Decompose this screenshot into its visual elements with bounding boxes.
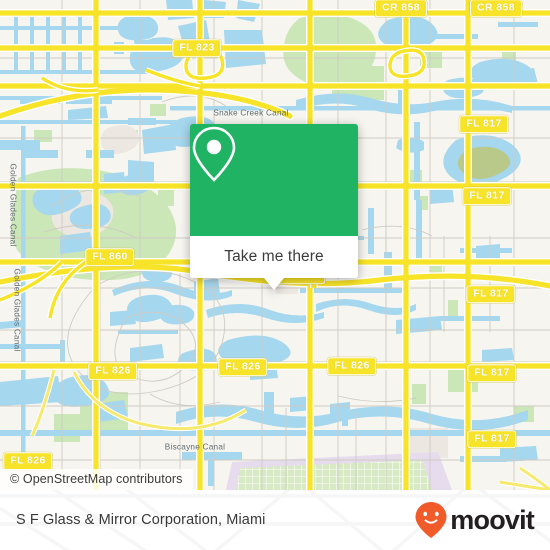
popup-pointer-tail <box>264 278 284 290</box>
map-screenshot: CR 858 CR 858 FL 823 FL 817 FL 817 FL 860 FL 8… <box>0 0 550 550</box>
road-shield: FL 817 <box>462 187 512 205</box>
popup-header <box>190 124 358 236</box>
road-shield: FL 817 <box>467 364 517 382</box>
road-shield: CR 858 <box>374 0 428 17</box>
moovit-wordmark: moovit <box>450 504 535 535</box>
road-shield: FL 817 <box>459 115 509 133</box>
road-shield: CR 858 <box>469 0 523 17</box>
moovit-pin-smiley-icon <box>415 502 447 538</box>
moovit-brand[interactable]: moovit <box>414 501 535 539</box>
road-shield: FL 826 <box>218 358 268 376</box>
road-shield: FL 817 <box>466 285 516 303</box>
road-shield: FL 826 <box>88 362 138 380</box>
map-attribution[interactable]: © OpenStreetMap contributors <box>0 469 193 490</box>
take-me-there-button[interactable]: Take me there <box>190 236 358 278</box>
map-pin-icon <box>192 126 236 182</box>
road-shield: FL 826 <box>327 357 377 375</box>
road-shield: FL 826 <box>3 452 53 470</box>
road-shield: FL 817 <box>467 430 517 448</box>
map-canvas[interactable]: CR 858 CR 858 FL 823 FL 817 FL 817 FL 860 FL 8… <box>0 0 550 490</box>
footer-bar: S F Glass & Mirror Corporation, Miami mo… <box>0 490 550 550</box>
road-shield: FL 823 <box>172 39 222 57</box>
take-me-there-label: Take me there <box>224 248 324 265</box>
location-popup[interactable]: Take me there <box>190 124 358 290</box>
page-title: S F Glass & Mirror Corporation, Miami <box>16 512 266 528</box>
road-shield: FL 860 <box>85 248 135 266</box>
